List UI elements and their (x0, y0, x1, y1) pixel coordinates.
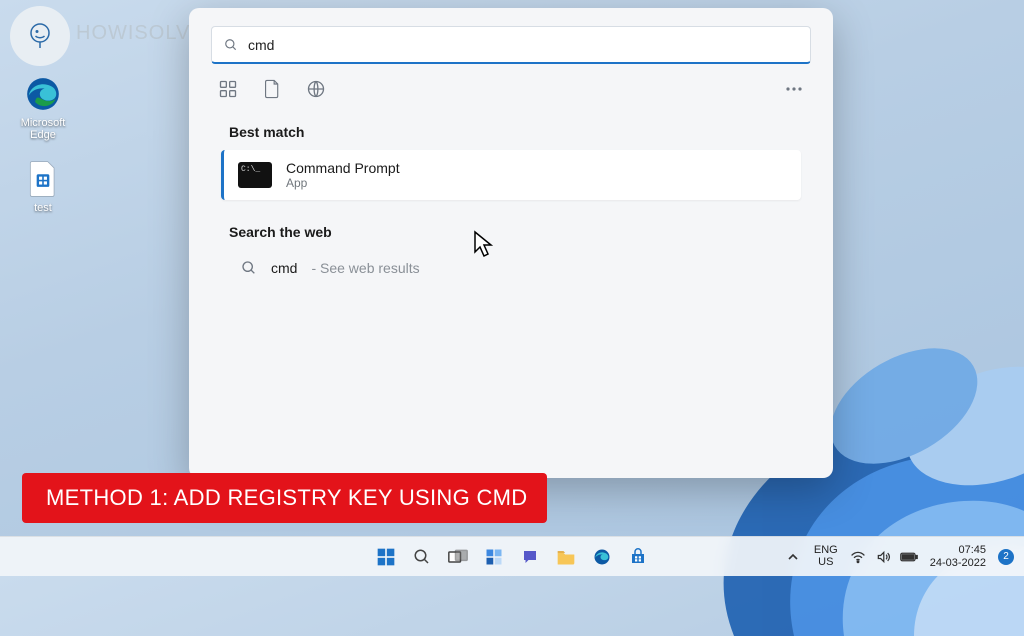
desktop-icon-edge[interactable]: Microsoft Edge (10, 74, 76, 141)
language-indicator[interactable]: ENG US (814, 545, 838, 568)
desktop-icon-test[interactable]: test (10, 159, 76, 214)
cursor-icon (472, 230, 496, 260)
tray-chevron-icon[interactable] (784, 548, 802, 566)
search-result-command-prompt[interactable]: Command Prompt App (221, 150, 801, 200)
notifications-badge[interactable]: 2 (998, 549, 1014, 565)
file-icon (23, 159, 63, 199)
desktop-icons: Microsoft Edge test (10, 74, 76, 214)
taskbar-search-button[interactable] (408, 543, 436, 571)
web-result-term: cmd (271, 260, 297, 276)
search-filters (211, 78, 811, 100)
cmd-icon (238, 162, 272, 188)
start-button[interactable] (372, 543, 400, 571)
store-button[interactable] (624, 543, 652, 571)
web-result-hint: - See web results (311, 260, 419, 276)
date-text: 24-03-2022 (930, 557, 986, 569)
best-match-heading: Best match (229, 124, 811, 140)
desktop-icon-label: test (34, 202, 52, 214)
web-result-cmd[interactable]: cmd - See web results (235, 250, 801, 286)
result-subtitle: App (286, 176, 400, 190)
search-box[interactable] (211, 26, 811, 64)
edge-icon (23, 74, 63, 114)
wifi-icon (850, 550, 866, 564)
search-input[interactable] (248, 37, 798, 53)
clock[interactable]: 07:45 24-03-2022 (930, 544, 986, 568)
search-panel: Best match Command Prompt App Search the… (189, 8, 833, 478)
filter-web-icon[interactable] (305, 78, 327, 100)
more-options-icon[interactable] (783, 78, 805, 100)
result-title: Command Prompt (286, 160, 400, 176)
battery-icon (900, 551, 918, 563)
time-text: 07:45 (958, 544, 986, 556)
edge-taskbar-button[interactable] (588, 543, 616, 571)
search-icon (224, 38, 238, 52)
site-logo (10, 6, 70, 66)
search-icon (241, 260, 257, 276)
search-web-heading: Search the web (229, 224, 811, 240)
system-tray[interactable] (850, 550, 918, 564)
file-explorer-button[interactable] (552, 543, 580, 571)
taskbar: ENG US 07:45 24-03-2022 2 (0, 536, 1024, 576)
filter-documents-icon[interactable] (261, 78, 283, 100)
taskbar-center (372, 543, 652, 571)
taskbar-right: ENG US 07:45 24-03-2022 2 (784, 544, 1024, 568)
desktop-icon-label: Microsoft Edge (10, 117, 76, 141)
task-view-button[interactable] (444, 543, 472, 571)
instruction-banner: METHOD 1: ADD REGISTRY KEY USING CMD (22, 473, 547, 523)
filter-apps-icon[interactable] (217, 78, 239, 100)
volume-icon (876, 550, 890, 564)
chat-button[interactable] (516, 543, 544, 571)
widgets-button[interactable] (480, 543, 508, 571)
